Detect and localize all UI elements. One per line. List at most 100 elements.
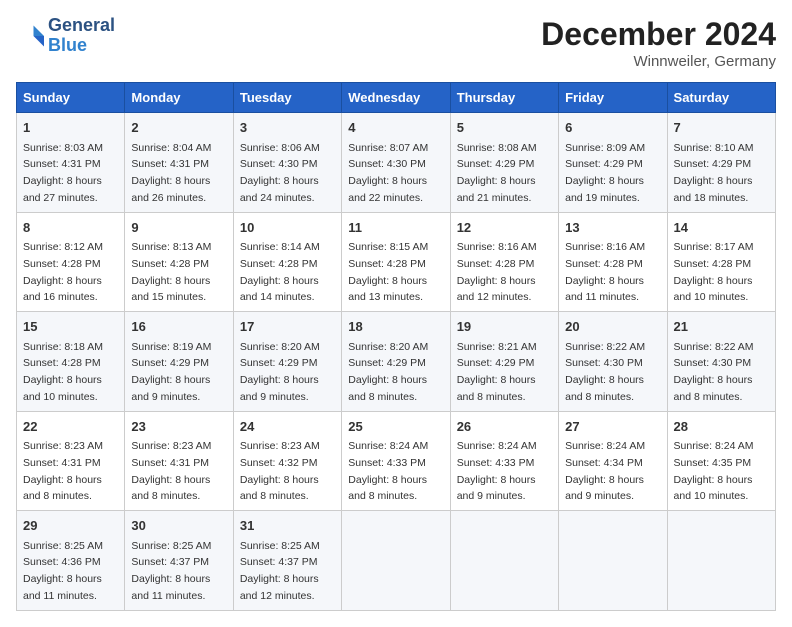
calendar-day-cell: 6 Sunrise: 8:09 AMSunset: 4:29 PMDayligh… [559, 113, 667, 213]
day-info: Sunrise: 8:23 AMSunset: 4:31 PMDaylight:… [131, 440, 211, 502]
calendar-day-cell [342, 511, 450, 611]
calendar-day-cell: 16 Sunrise: 8:19 AMSunset: 4:29 PMDaylig… [125, 312, 233, 412]
month-title: December 2024 [541, 16, 776, 53]
page-header: General Blue December 2024 Winnweiler, G… [16, 16, 776, 70]
day-number: 31 [240, 516, 335, 536]
day-info: Sunrise: 8:16 AMSunset: 4:28 PMDaylight:… [565, 241, 645, 303]
calendar-day-cell [450, 511, 558, 611]
day-number: 10 [240, 218, 335, 238]
day-number: 7 [674, 118, 769, 138]
weekday-header-friday: Friday [559, 83, 667, 113]
calendar-day-cell [559, 511, 667, 611]
day-info: Sunrise: 8:16 AMSunset: 4:28 PMDaylight:… [457, 241, 537, 303]
weekday-header-sunday: Sunday [17, 83, 125, 113]
day-info: Sunrise: 8:22 AMSunset: 4:30 PMDaylight:… [565, 341, 645, 403]
day-info: Sunrise: 8:23 AMSunset: 4:32 PMDaylight:… [240, 440, 320, 502]
day-number: 5 [457, 118, 552, 138]
day-number: 25 [348, 417, 443, 437]
day-number: 24 [240, 417, 335, 437]
day-number: 9 [131, 218, 226, 238]
day-number: 17 [240, 317, 335, 337]
calendar-table: SundayMondayTuesdayWednesdayThursdayFrid… [16, 82, 776, 611]
day-info: Sunrise: 8:20 AMSunset: 4:29 PMDaylight:… [348, 341, 428, 403]
day-number: 27 [565, 417, 660, 437]
calendar-day-cell: 24 Sunrise: 8:23 AMSunset: 4:32 PMDaylig… [233, 411, 341, 511]
title-block: December 2024 Winnweiler, Germany [541, 16, 776, 70]
weekday-header-saturday: Saturday [667, 83, 775, 113]
day-info: Sunrise: 8:24 AMSunset: 4:35 PMDaylight:… [674, 440, 754, 502]
calendar-day-cell: 14 Sunrise: 8:17 AMSunset: 4:28 PMDaylig… [667, 212, 775, 312]
calendar-day-cell: 28 Sunrise: 8:24 AMSunset: 4:35 PMDaylig… [667, 411, 775, 511]
calendar-header-row: SundayMondayTuesdayWednesdayThursdayFrid… [17, 83, 776, 113]
day-info: Sunrise: 8:07 AMSunset: 4:30 PMDaylight:… [348, 142, 428, 204]
day-info: Sunrise: 8:25 AMSunset: 4:37 PMDaylight:… [240, 540, 320, 602]
day-number: 2 [131, 118, 226, 138]
calendar-week-row: 29 Sunrise: 8:25 AMSunset: 4:36 PMDaylig… [17, 511, 776, 611]
calendar-day-cell: 17 Sunrise: 8:20 AMSunset: 4:29 PMDaylig… [233, 312, 341, 412]
day-number: 4 [348, 118, 443, 138]
calendar-day-cell: 20 Sunrise: 8:22 AMSunset: 4:30 PMDaylig… [559, 312, 667, 412]
day-info: Sunrise: 8:24 AMSunset: 4:33 PMDaylight:… [457, 440, 537, 502]
day-number: 21 [674, 317, 769, 337]
day-info: Sunrise: 8:21 AMSunset: 4:29 PMDaylight:… [457, 341, 537, 403]
day-info: Sunrise: 8:24 AMSunset: 4:34 PMDaylight:… [565, 440, 645, 502]
calendar-day-cell: 9 Sunrise: 8:13 AMSunset: 4:28 PMDayligh… [125, 212, 233, 312]
day-info: Sunrise: 8:06 AMSunset: 4:30 PMDaylight:… [240, 142, 320, 204]
calendar-day-cell: 5 Sunrise: 8:08 AMSunset: 4:29 PMDayligh… [450, 113, 558, 213]
calendar-body: 1 Sunrise: 8:03 AMSunset: 4:31 PMDayligh… [17, 113, 776, 611]
calendar-day-cell: 25 Sunrise: 8:24 AMSunset: 4:33 PMDaylig… [342, 411, 450, 511]
day-info: Sunrise: 8:13 AMSunset: 4:28 PMDaylight:… [131, 241, 211, 303]
day-info: Sunrise: 8:09 AMSunset: 4:29 PMDaylight:… [565, 142, 645, 204]
logo-text: General Blue [48, 16, 115, 56]
day-info: Sunrise: 8:14 AMSunset: 4:28 PMDaylight:… [240, 241, 320, 303]
weekday-header-wednesday: Wednesday [342, 83, 450, 113]
calendar-day-cell: 13 Sunrise: 8:16 AMSunset: 4:28 PMDaylig… [559, 212, 667, 312]
day-number: 23 [131, 417, 226, 437]
calendar-day-cell: 26 Sunrise: 8:24 AMSunset: 4:33 PMDaylig… [450, 411, 558, 511]
logo: General Blue [16, 16, 115, 56]
day-number: 29 [23, 516, 118, 536]
day-number: 12 [457, 218, 552, 238]
day-number: 13 [565, 218, 660, 238]
calendar-week-row: 8 Sunrise: 8:12 AMSunset: 4:28 PMDayligh… [17, 212, 776, 312]
calendar-day-cell: 4 Sunrise: 8:07 AMSunset: 4:30 PMDayligh… [342, 113, 450, 213]
day-number: 14 [674, 218, 769, 238]
weekday-header-thursday: Thursday [450, 83, 558, 113]
calendar-week-row: 15 Sunrise: 8:18 AMSunset: 4:28 PMDaylig… [17, 312, 776, 412]
day-number: 30 [131, 516, 226, 536]
calendar-day-cell: 31 Sunrise: 8:25 AMSunset: 4:37 PMDaylig… [233, 511, 341, 611]
calendar-week-row: 1 Sunrise: 8:03 AMSunset: 4:31 PMDayligh… [17, 113, 776, 213]
calendar-day-cell [667, 511, 775, 611]
calendar-day-cell: 7 Sunrise: 8:10 AMSunset: 4:29 PMDayligh… [667, 113, 775, 213]
calendar-day-cell: 1 Sunrise: 8:03 AMSunset: 4:31 PMDayligh… [17, 113, 125, 213]
day-info: Sunrise: 8:17 AMSunset: 4:28 PMDaylight:… [674, 241, 754, 303]
day-info: Sunrise: 8:08 AMSunset: 4:29 PMDaylight:… [457, 142, 537, 204]
calendar-day-cell: 11 Sunrise: 8:15 AMSunset: 4:28 PMDaylig… [342, 212, 450, 312]
day-number: 22 [23, 417, 118, 437]
day-info: Sunrise: 8:25 AMSunset: 4:36 PMDaylight:… [23, 540, 103, 602]
calendar-day-cell: 30 Sunrise: 8:25 AMSunset: 4:37 PMDaylig… [125, 511, 233, 611]
calendar-day-cell: 27 Sunrise: 8:24 AMSunset: 4:34 PMDaylig… [559, 411, 667, 511]
calendar-day-cell: 12 Sunrise: 8:16 AMSunset: 4:28 PMDaylig… [450, 212, 558, 312]
day-info: Sunrise: 8:03 AMSunset: 4:31 PMDaylight:… [23, 142, 103, 204]
day-info: Sunrise: 8:12 AMSunset: 4:28 PMDaylight:… [23, 241, 103, 303]
calendar-week-row: 22 Sunrise: 8:23 AMSunset: 4:31 PMDaylig… [17, 411, 776, 511]
weekday-header-monday: Monday [125, 83, 233, 113]
day-number: 28 [674, 417, 769, 437]
day-info: Sunrise: 8:04 AMSunset: 4:31 PMDaylight:… [131, 142, 211, 204]
logo-icon [16, 22, 44, 50]
calendar-day-cell: 22 Sunrise: 8:23 AMSunset: 4:31 PMDaylig… [17, 411, 125, 511]
calendar-day-cell: 10 Sunrise: 8:14 AMSunset: 4:28 PMDaylig… [233, 212, 341, 312]
calendar-day-cell: 21 Sunrise: 8:22 AMSunset: 4:30 PMDaylig… [667, 312, 775, 412]
day-info: Sunrise: 8:22 AMSunset: 4:30 PMDaylight:… [674, 341, 754, 403]
day-info: Sunrise: 8:20 AMSunset: 4:29 PMDaylight:… [240, 341, 320, 403]
calendar-day-cell: 29 Sunrise: 8:25 AMSunset: 4:36 PMDaylig… [17, 511, 125, 611]
day-number: 8 [23, 218, 118, 238]
day-number: 11 [348, 218, 443, 238]
day-number: 20 [565, 317, 660, 337]
calendar-day-cell: 18 Sunrise: 8:20 AMSunset: 4:29 PMDaylig… [342, 312, 450, 412]
calendar-day-cell: 3 Sunrise: 8:06 AMSunset: 4:30 PMDayligh… [233, 113, 341, 213]
day-info: Sunrise: 8:19 AMSunset: 4:29 PMDaylight:… [131, 341, 211, 403]
calendar-day-cell: 15 Sunrise: 8:18 AMSunset: 4:28 PMDaylig… [17, 312, 125, 412]
weekday-header-tuesday: Tuesday [233, 83, 341, 113]
